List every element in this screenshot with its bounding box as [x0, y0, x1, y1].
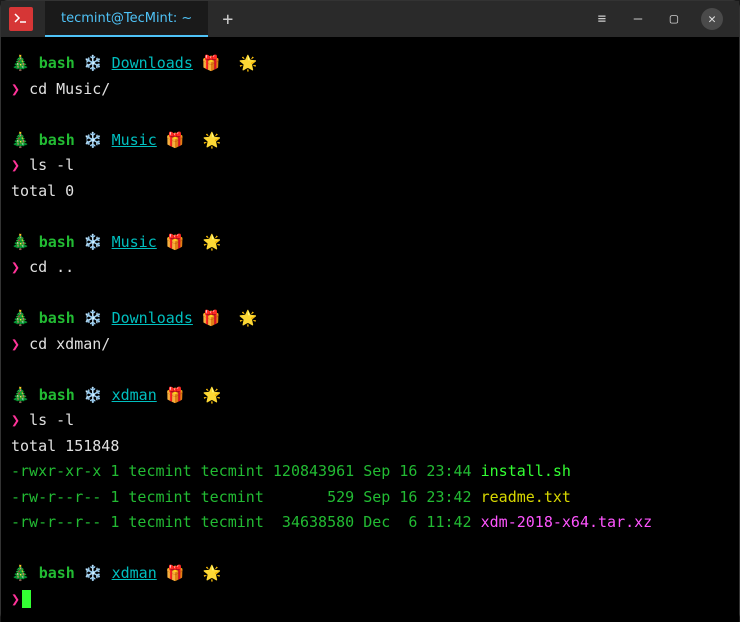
tab-active[interactable]: tecmint@TecMint: ~: [45, 1, 208, 37]
file-name: readme.txt: [481, 488, 571, 506]
command-line-4: ❯ cd xdman/: [11, 332, 729, 358]
command-text: cd xdman/: [29, 335, 110, 353]
snowflake-icon: ❄️: [84, 131, 103, 149]
gift-icon: 🎁: [166, 564, 185, 582]
prompt-line-2: 🎄 bash ❄️ Music 🎁 🌟: [11, 128, 729, 154]
cwd: xdman: [112, 564, 157, 582]
blank-line: [11, 536, 729, 562]
command-line-3: ❯ cd ..: [11, 255, 729, 281]
gift-icon: 🎁: [166, 131, 185, 149]
star-icon: 🌟: [203, 564, 222, 582]
tree-icon: 🎄: [11, 564, 30, 582]
snowflake-icon: ❄️: [84, 386, 103, 404]
prompt-char: ❯: [11, 156, 20, 174]
command-line-5: ❯ ls -l: [11, 408, 729, 434]
gift-icon: 🎁: [202, 309, 221, 327]
prompt-char: ❯: [11, 590, 20, 608]
snowflake-icon: ❄️: [84, 309, 103, 327]
tree-icon: 🎄: [11, 233, 30, 251]
new-tab-button[interactable]: +: [208, 1, 247, 37]
titlebar: tecmint@TecMint: ~ + ≡ — ▢ ✕: [1, 1, 739, 37]
cursor: [22, 590, 31, 608]
terminal-body[interactable]: 🎄 bash ❄️ Downloads 🎁 🌟 ❯ cd Music/ 🎄 ba…: [1, 37, 739, 622]
blank-line: [11, 204, 729, 230]
file-name: install.sh: [481, 462, 571, 480]
star-icon: 🌟: [239, 309, 258, 327]
cwd: Music: [112, 131, 157, 149]
file-name: xdm-2018-x64.tar.xz: [481, 513, 653, 531]
prompt-line-6: 🎄 bash ❄️ xdman 🎁 🌟: [11, 561, 729, 587]
blank-line: [11, 281, 729, 307]
prompt-line-5: 🎄 bash ❄️ xdman 🎁 🌟: [11, 383, 729, 409]
prompt-line-4: 🎄 bash ❄️ Downloads 🎁 🌟: [11, 306, 729, 332]
tree-icon: 🎄: [11, 309, 30, 327]
command-line-current[interactable]: ❯: [11, 587, 729, 613]
tree-icon: 🎄: [11, 54, 30, 72]
close-button[interactable]: ✕: [701, 8, 723, 30]
gift-icon: 🎁: [166, 233, 185, 251]
tree-icon: 🎄: [11, 386, 30, 404]
prompt-char: ❯: [11, 411, 20, 429]
menu-button[interactable]: ≡: [593, 11, 611, 27]
command-line-2: ❯ ls -l: [11, 153, 729, 179]
ls-row: -rwxr-xr-x 1 tecmint tecmint 120843961 S…: [11, 459, 729, 485]
output-total: total 151848: [11, 434, 729, 460]
command-line-1: ❯ cd Music/: [11, 77, 729, 103]
blank-line: [11, 357, 729, 383]
output-line: total 0: [11, 179, 729, 205]
command-text: ls -l: [29, 156, 74, 174]
snowflake-icon: ❄️: [84, 564, 103, 582]
gift-icon: 🎁: [202, 54, 221, 72]
shell-name: bash: [39, 233, 75, 251]
command-text: cd ..: [29, 258, 74, 276]
terminal-app-icon: [9, 7, 33, 31]
star-icon: 🌟: [203, 233, 222, 251]
snowflake-icon: ❄️: [84, 54, 103, 72]
maximize-button[interactable]: ▢: [665, 11, 683, 27]
minimize-button[interactable]: —: [629, 11, 647, 27]
shell-name: bash: [39, 309, 75, 327]
ls-row: -rw-r--r-- 1 tecmint tecmint 529 Sep 16 …: [11, 485, 729, 511]
cwd: Music: [112, 233, 157, 251]
blank-line: [11, 102, 729, 128]
tree-icon: 🎄: [11, 131, 30, 149]
star-icon: 🌟: [239, 54, 258, 72]
snowflake-icon: ❄️: [84, 233, 103, 251]
file-perms: -rw-r--r-- 1 tecmint tecmint 34638580 De…: [11, 513, 481, 531]
window-controls: ≡ — ▢ ✕: [593, 8, 731, 30]
ls-row: -rw-r--r-- 1 tecmint tecmint 34638580 De…: [11, 510, 729, 536]
file-perms: -rw-r--r-- 1 tecmint tecmint 529 Sep 16 …: [11, 488, 481, 506]
prompt-char: ❯: [11, 258, 20, 276]
cwd: xdman: [112, 386, 157, 404]
shell-name: bash: [39, 386, 75, 404]
prompt-char: ❯: [11, 80, 20, 98]
star-icon: 🌟: [203, 386, 222, 404]
shell-name: bash: [39, 564, 75, 582]
command-text: cd Music/: [29, 80, 110, 98]
star-icon: 🌟: [203, 131, 222, 149]
shell-name: bash: [39, 131, 75, 149]
cwd: Downloads: [112, 54, 193, 72]
command-text: ls -l: [29, 411, 74, 429]
prompt-line-1: 🎄 bash ❄️ Downloads 🎁 🌟: [11, 51, 729, 77]
file-perms: -rwxr-xr-x 1 tecmint tecmint 120843961 S…: [11, 462, 481, 480]
gift-icon: 🎁: [166, 386, 185, 404]
prompt-char: ❯: [11, 335, 20, 353]
cwd: Downloads: [112, 309, 193, 327]
prompt-line-3: 🎄 bash ❄️ Music 🎁 🌟: [11, 230, 729, 256]
shell-name: bash: [39, 54, 75, 72]
